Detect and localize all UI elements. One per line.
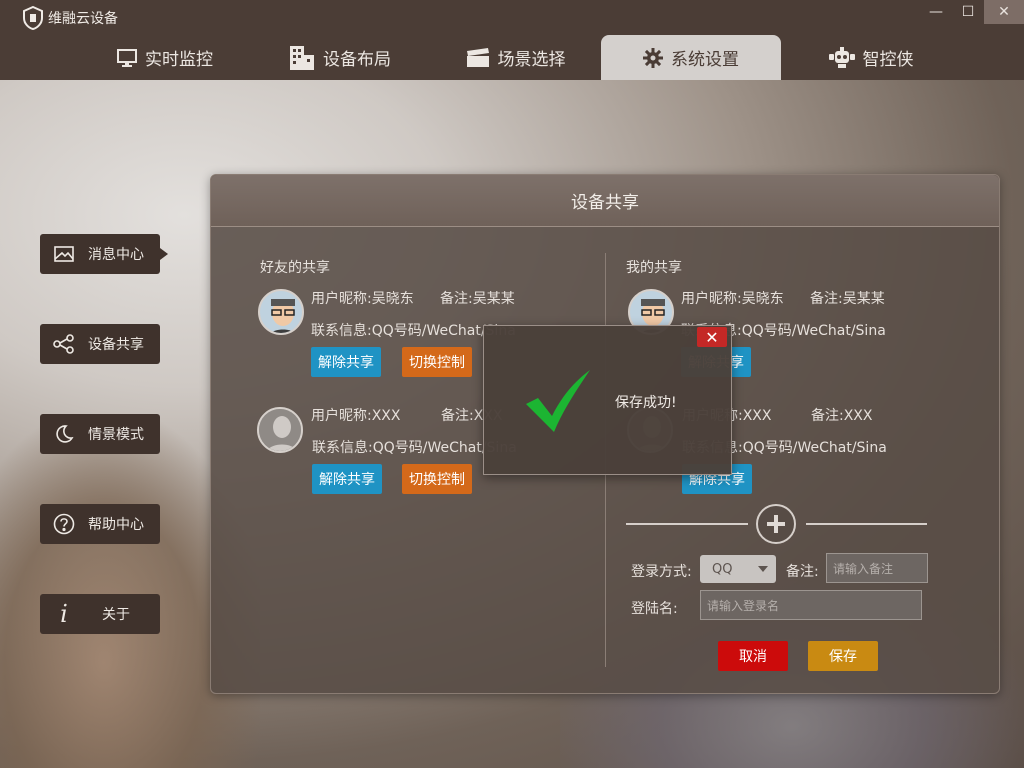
user-avatar-icon [260, 291, 302, 333]
user-nickname: 用户昵称:吴晓东 [311, 291, 414, 307]
main-nav: 实时监控 设备布局 场景选择 系统设置 智控侠 [80, 35, 961, 80]
tab-label: 系统设置 [671, 50, 739, 70]
sidebar-item-label: 消息中心 [88, 247, 144, 263]
switch-control-button[interactable]: 切换控制 [402, 347, 472, 377]
panel-title: 设备共享 [211, 175, 999, 227]
minimize-button[interactable]: — [920, 0, 952, 24]
tab-smart-control[interactable]: 智控侠 [781, 35, 961, 80]
save-success-dialog: ✕ 保存成功! [483, 325, 732, 475]
sidebar-item-label: 关于 [102, 607, 130, 623]
building-icon [290, 45, 314, 70]
tab-label: 设备布局 [323, 50, 391, 70]
share-icon [53, 334, 74, 354]
tab-label: 智控侠 [862, 50, 914, 70]
login-method-select[interactable]: QQ [700, 555, 776, 583]
sidebar-item-label: 情景模式 [88, 427, 144, 443]
help-icon [53, 513, 75, 535]
tab-realtime-monitor[interactable]: 实时监控 [80, 35, 250, 80]
info-icon: i [60, 600, 68, 628]
robot-icon [828, 46, 855, 68]
cancel-button[interactable]: 取消 [718, 641, 788, 671]
moon-icon [56, 425, 74, 443]
chevron-down-icon [758, 566, 768, 572]
close-button[interactable]: ✕ [984, 0, 1024, 24]
note-label: 备注: [786, 564, 819, 580]
tab-label: 实时监控 [145, 50, 213, 70]
user-nickname: 用户昵称:吴晓东 [681, 291, 784, 307]
maximize-button[interactable]: ☐ [952, 0, 984, 24]
window-controls: — ☐ ✕ [920, 0, 1024, 24]
app-title: 维融云设备 [22, 6, 118, 30]
sidebar-item-label: 帮助中心 [88, 517, 144, 533]
checkmark-icon [526, 370, 590, 432]
sidebar-item-label: 设备共享 [88, 337, 144, 353]
sidebar-item-scene-mode[interactable]: 情景模式 [40, 414, 160, 454]
sidebar-item-message-center[interactable]: 消息中心 [40, 234, 160, 274]
dialog-message: 保存成功! [615, 395, 677, 411]
friends-share-title: 好友的共享 [260, 260, 330, 276]
add-share-button[interactable] [756, 504, 796, 544]
sidebar-item-device-share[interactable]: 设备共享 [40, 324, 160, 364]
monitor-icon [117, 48, 137, 67]
clapperboard-icon [466, 47, 489, 67]
save-button[interactable]: 保存 [808, 641, 878, 671]
my-share-title: 我的共享 [626, 260, 682, 276]
mail-icon [54, 246, 74, 262]
tab-system-settings[interactable]: 系统设置 [601, 35, 781, 80]
avatar [258, 289, 304, 335]
unshare-button[interactable]: 解除共享 [312, 464, 382, 494]
login-name-input[interactable]: 请输入登录名 [700, 590, 922, 620]
title-bar: 维融云设备 — ☐ ✕ 实时监控 设备布局 场景选择 系统设置 智控侠 [0, 0, 1024, 80]
sidebar-item-help-center[interactable]: 帮助中心 [40, 504, 160, 544]
tab-label: 场景选择 [497, 50, 566, 70]
avatar [257, 407, 303, 453]
gear-icon [643, 47, 663, 68]
unshare-button[interactable]: 解除共享 [311, 347, 381, 377]
separator-line [626, 523, 748, 525]
dialog-close-button[interactable]: ✕ [697, 327, 727, 347]
login-method-label: 登录方式: [631, 564, 692, 580]
user-note: 备注:吴某某 [440, 291, 515, 307]
default-avatar-icon [259, 409, 301, 451]
user-nickname: 用户昵称:XXX [311, 408, 401, 424]
note-input[interactable]: 请输入备注 [826, 553, 928, 583]
app-title-text: 维融云设备 [48, 11, 118, 27]
active-indicator [160, 248, 168, 260]
user-note: 备注:吴某某 [810, 291, 885, 307]
plus-icon [767, 515, 785, 533]
switch-control-button[interactable]: 切换控制 [402, 464, 472, 494]
user-note: 备注:XXX [811, 408, 873, 424]
tab-scene-select[interactable]: 场景选择 [430, 35, 601, 80]
shield-logo-icon [23, 6, 43, 30]
login-name-label: 登陆名: [631, 601, 678, 617]
login-method-value: QQ [712, 561, 733, 577]
sidebar-item-about[interactable]: i 关于 [40, 594, 160, 634]
separator-line [806, 523, 927, 525]
tab-device-layout[interactable]: 设备布局 [250, 35, 430, 80]
